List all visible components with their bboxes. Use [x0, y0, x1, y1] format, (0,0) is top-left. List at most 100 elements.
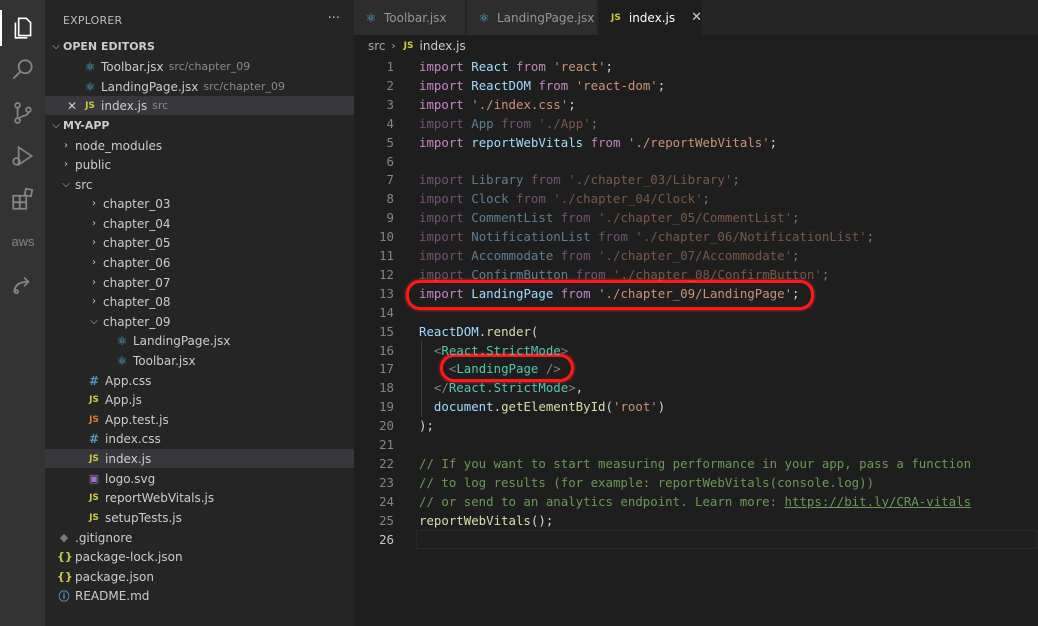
run-debug-icon[interactable] [8, 141, 38, 171]
close-icon[interactable]: ✕ [691, 10, 702, 25]
tab-toolbar[interactable]: ⚛ Toolbar.jsx [354, 0, 466, 35]
code-token: ; [769, 134, 778, 150]
search-icon[interactable] [8, 55, 38, 85]
code-token: from [501, 115, 531, 131]
tree-label: logo.svg [105, 471, 156, 486]
source-control-icon[interactable] [8, 98, 38, 128]
tree-folder[interactable]: › chapter_08 [45, 292, 354, 311]
tree-label: chapter_03 [103, 196, 171, 211]
tree-file[interactable]: {} package.json [45, 567, 354, 586]
open-editor-item[interactable]: ✕ JS index.js src [45, 96, 354, 115]
open-editor-item[interactable]: ⚛ LandingPage.jsx src/chapter_09 [45, 77, 354, 96]
code-line[interactable]: import LandingPage from './chapter_09/La… [419, 284, 800, 303]
tree-file-selected[interactable]: JS index.js [45, 449, 354, 468]
explorer-icon[interactable] [8, 13, 38, 43]
code-line[interactable]: // or send to an analytics endpoint. Lea… [419, 492, 971, 511]
code-line[interactable]: import Accommodate from './chapter_07/Ac… [419, 246, 800, 265]
code-line[interactable]: document.getElementById('root') [419, 397, 665, 416]
tree-folder[interactable]: ⌵ chapter_09 [45, 312, 354, 331]
code-editor[interactable]: 1 2 3 4 5 6 7 8 9 10 11 12 13 14 15 16 17 18 19 20 21 22 23 24 2… [354, 57, 1038, 626]
line-number: 20 [379, 418, 394, 434]
tab-landingpage[interactable]: ⚛ LandingPage.jsx [467, 0, 598, 35]
tree-folder[interactable]: › chapter_07 [45, 273, 354, 292]
remote-icon[interactable] [8, 269, 38, 299]
tree-folder[interactable]: › chapter_06 [45, 253, 354, 272]
chevron-down-icon: ⌵ [62, 179, 70, 190]
code-token: from [575, 266, 606, 282]
breadcrumb-file[interactable]: index.js [420, 39, 466, 53]
tree-file[interactable]: ⚛ LandingPage.jsx [45, 331, 354, 350]
tree-file[interactable]: JS reportWebVitals.js [45, 488, 354, 507]
tree-file[interactable]: {} package-lock.json [45, 547, 354, 566]
line-number: 16 [379, 342, 394, 358]
tree-folder[interactable]: › node_modules [45, 136, 354, 155]
line-number: 18 [379, 380, 394, 396]
chevron-right-icon: › [92, 257, 96, 268]
code-line[interactable]: import NotificationList from './chapter_… [419, 227, 874, 246]
code-line[interactable]: import reportWebVitals from './reportWeb… [419, 133, 777, 152]
project-header[interactable]: ⌵ MY-APP [45, 116, 354, 135]
more-actions-icon[interactable]: ··· [328, 11, 340, 26]
css-file-icon: # [88, 373, 100, 388]
code-line[interactable]: <LandingPage /> [419, 359, 561, 378]
tree-folder[interactable]: › chapter_04 [45, 214, 354, 233]
code-line[interactable]: ReactDOM.render( [419, 322, 538, 341]
extensions-icon[interactable] [8, 184, 38, 214]
aws-icon[interactable]: aws [8, 226, 38, 256]
code-token: 'react-dom' [575, 77, 658, 93]
code-line[interactable]: reportWebVitals(); [419, 511, 553, 530]
code-line[interactable]: <React.StrictMode> [419, 341, 568, 360]
code-line[interactable]: // If you want to start measuring perfor… [419, 454, 971, 473]
line-number: 12 [379, 266, 394, 282]
tree-file[interactable]: JS setupTests.js [45, 508, 354, 527]
tree-label: chapter_05 [103, 235, 171, 250]
breadcrumb-folder[interactable]: src [368, 39, 386, 53]
tree-file[interactable]: ⚛ Toolbar.jsx [45, 351, 354, 370]
tree-folder[interactable]: › chapter_03 [45, 194, 354, 213]
code-line[interactable]: import App from './App'; [419, 114, 598, 133]
close-icon[interactable]: ✕ [65, 99, 79, 113]
code-token: NotificationList [471, 229, 591, 245]
chevron-right-icon: › [64, 159, 68, 170]
code-line[interactable]: import ReactDOM from 'react-dom'; [419, 76, 665, 95]
line-number: 17 [379, 361, 394, 377]
code-line[interactable]: </React.StrictMode>, [419, 378, 583, 397]
code-line[interactable]: import './index.css'; [419, 95, 576, 114]
tree-file[interactable]: JS App.js [45, 390, 354, 409]
tree-file[interactable]: # index.css [45, 429, 354, 448]
open-editor-name: Toolbar.jsx [101, 59, 164, 74]
code-line[interactable]: import ConfirmButton from './chapter_08/… [419, 265, 829, 284]
line-number: 10 [379, 229, 394, 245]
editor-tabs: ⚛ Toolbar.jsx ⚛ LandingPage.jsx JS index… [354, 0, 1038, 35]
sidebar-title: EXPLORER [63, 14, 123, 27]
tree-label: node_modules [75, 138, 163, 153]
tree-file[interactable]: JS App.test.js [45, 410, 354, 429]
tree-file[interactable]: # App.css [45, 371, 354, 390]
code-line[interactable]: ); [419, 416, 434, 435]
tree-file[interactable]: ◆ .gitignore [45, 528, 354, 547]
line-number: 1 [386, 59, 394, 74]
code-line[interactable]: // to log results (for example: reportWe… [419, 473, 874, 492]
code-line[interactable]: import CommentList from './chapter_05/Co… [419, 208, 800, 227]
code-line[interactable]: import React from 'react'; [419, 57, 613, 76]
code-line[interactable]: import Library from './chapter_03/Librar… [419, 170, 740, 189]
tree-folder[interactable]: › chapter_05 [45, 233, 354, 252]
code-line[interactable]: import Clock from './chapter_04/Clock'; [419, 189, 710, 208]
code-token: ReactDOM [471, 77, 531, 93]
open-editors-header[interactable]: ⌵ OPEN EDITORS [45, 37, 354, 56]
react-file-icon: ⚛ [478, 10, 490, 25]
code-token: './chapter_07/Accommodate' [598, 248, 793, 263]
tree-folder[interactable]: ⌵ src [45, 175, 354, 194]
code-token: React.StrictMode [441, 342, 561, 358]
tree-folder[interactable]: › public [45, 155, 354, 174]
tree-file[interactable]: ▣ logo.svg [45, 469, 354, 488]
tree-label: src [75, 177, 93, 192]
tab-index-js[interactable]: JS index.js ✕ [599, 0, 703, 35]
open-editor-item[interactable]: ⚛ Toolbar.jsx src/chapter_09 [45, 57, 354, 76]
line-number: 22 [379, 455, 394, 471]
line-number: 23 [379, 474, 394, 490]
tree-file[interactable]: ⓘ README.md [45, 586, 354, 605]
